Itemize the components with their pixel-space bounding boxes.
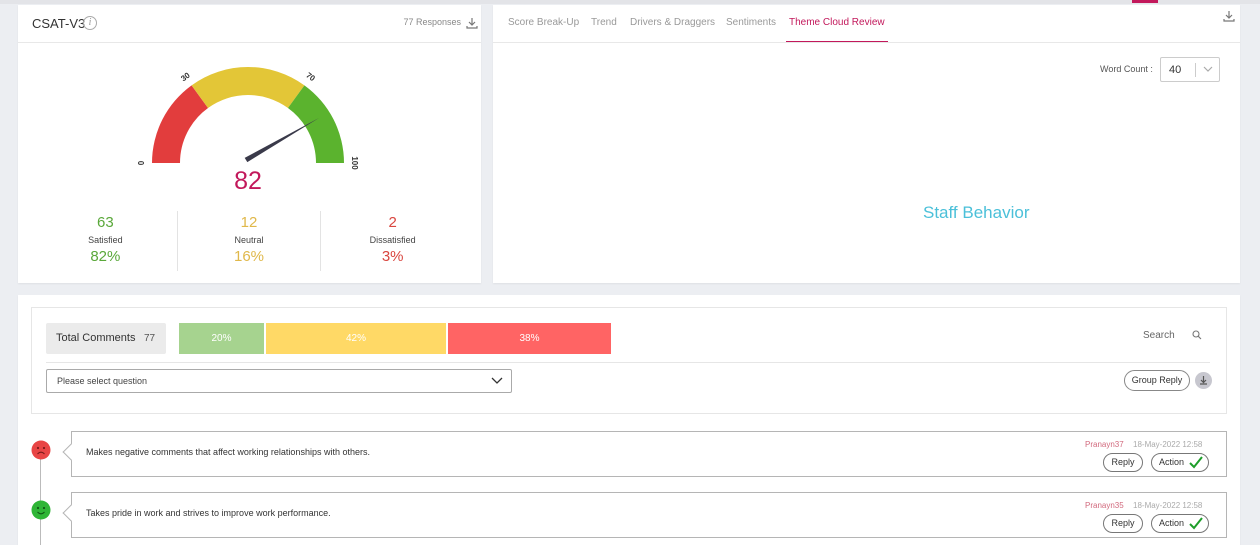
comment-user[interactable]: Pranayn35 [1085,501,1124,510]
gauge-tick-label: 30 [179,70,192,83]
stat-label: Dissatisfied [369,235,416,245]
csat-stats: 63 Satisfied 82% 12 Neutral 16% 2 Dissat… [34,211,464,271]
comment-text: Takes pride in work and strives to impro… [86,508,331,518]
stat-count: 2 [388,214,397,231]
tab-score-breakup[interactable]: Score Break-Up [508,17,579,41]
gauge-band [287,85,344,163]
info-icon[interactable]: i [83,16,97,30]
checkmark-icon [1189,456,1203,469]
gauge-tick-label: 0 [138,160,146,165]
stat-percent: 3% [381,248,404,265]
tab-trend[interactable]: Trend [591,17,617,41]
gauge-band [152,85,209,163]
top-bar [0,0,1260,4]
sentiment-segment[interactable]: 42% [266,323,446,354]
divider [46,362,1210,363]
csat-card: CSAT-V3 i 77 Responses 0 30 70 100 82 63 Sa… [18,5,481,283]
stat-count: 12 [240,214,258,231]
total-comments-count: 77 [144,333,156,344]
csat-header: CSAT-V3 i 77 Responses [18,5,481,43]
comment-date: 18-May-2022 12:58 [1133,501,1203,510]
group-reply-button[interactable]: Group Reply [1124,370,1190,391]
responses-count: 77 Responses [403,17,461,27]
stat-neutral: 12 Neutral 16% [178,211,322,271]
tab-theme-cloud-review[interactable]: Theme Cloud Review [786,17,888,42]
csat-gauge: 0 30 70 100 [138,67,358,170]
cloud-word[interactable]: Staff Behavior [923,203,1029,223]
stat-count: 63 [96,214,114,231]
gauge-tick-label: 70 [304,71,317,84]
total-comments-button[interactable]: Total Comments 77 [46,323,166,354]
stat-satisfied: 63 Satisfied 82% [34,211,178,271]
chevron-down-icon [1203,66,1213,72]
search-icon[interactable] [1192,330,1202,340]
action-button[interactable]: Action [1151,514,1209,533]
gauge-tick-label: 100 [350,156,358,170]
stat-percent: 82% [90,248,121,265]
question-placeholder: Please select question [57,376,148,386]
tab-sentiments[interactable]: Sentiments [726,17,776,41]
top-accent [1132,0,1158,3]
action-button[interactable]: Action [1151,453,1209,472]
action-label: Action [1159,457,1185,467]
chevron-down-icon [491,377,503,384]
comments-card: Total Comments 77 20% 42% 38% Search Pleas… [18,295,1240,545]
sad-face-icon [31,440,51,460]
stat-label: Satisfied [88,235,123,245]
word-count-label: Word Count : [1100,64,1153,74]
comment-item: Makes negative comments that affect work… [71,431,1227,477]
analysis-tabs: Score Break-Up Trend Drivers & Draggers … [493,5,1240,43]
tab-drivers-draggers[interactable]: Drivers & Draggers [630,17,715,41]
download-icon[interactable] [1223,10,1235,22]
csat-score: 82 [234,167,262,195]
csat-title: CSAT-V3 [32,16,86,31]
word-count-value: 40 [1169,64,1182,76]
comment-user[interactable]: Pranayn37 [1085,440,1124,449]
select-separator [1195,63,1196,77]
action-label: Action [1159,518,1185,528]
timeline-line [40,448,41,545]
sentiment-segment[interactable]: 38% [448,323,611,354]
comment-text: Makes negative comments that affect work… [86,447,370,457]
gauge-band [191,67,305,108]
comment-item: Takes pride in work and strives to impro… [71,492,1227,538]
gauge-needle [244,117,319,163]
reply-button[interactable]: Reply [1103,514,1143,533]
reply-button[interactable]: Reply [1103,453,1143,472]
stat-label: Neutral [234,235,264,245]
download-icon[interactable] [1195,372,1212,389]
sentiment-segment[interactable]: 20% [179,323,264,354]
search-label[interactable]: Search [1143,330,1175,341]
stat-dissatisfied: 2 Dissatisfied 3% [321,211,464,271]
comment-date: 18-May-2022 12:58 [1133,440,1203,449]
theme-cloud-card: Score Break-Up Trend Drivers & Draggers … [493,5,1240,283]
total-comments-label: Total Comments [56,332,136,344]
happy-face-icon [31,500,51,520]
word-count-select[interactable]: 40 [1160,57,1220,82]
question-select[interactable]: Please select question [46,369,512,393]
stat-percent: 16% [233,248,265,265]
download-icon[interactable] [466,17,478,29]
comments-filter-box: Total Comments 77 20% 42% 38% Search Pleas… [31,307,1227,414]
checkmark-icon [1189,517,1203,530]
